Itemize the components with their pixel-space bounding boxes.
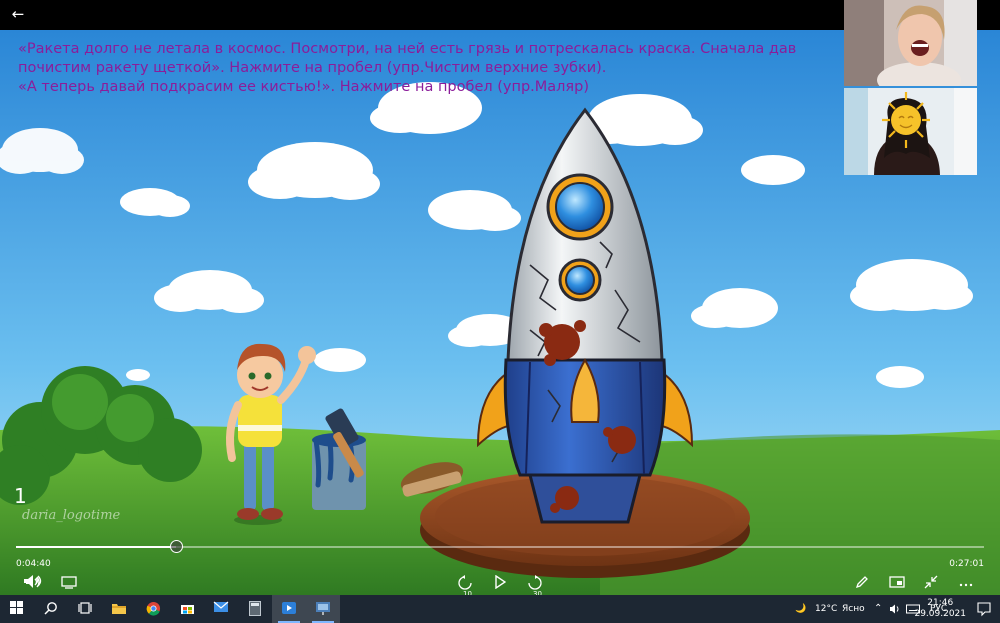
skip-forward-button[interactable]: 30	[524, 575, 546, 595]
video-player-window: ← «Ракета долго не летала в космос. Посм…	[0, 0, 1000, 623]
instruction-line-2: почистим ракету щеткой». Нажмите на проб…	[18, 60, 607, 76]
speaker-icon	[890, 604, 899, 614]
duration: 0:27:01	[949, 559, 984, 569]
clock-date: 29.09.2021	[914, 609, 966, 619]
search-icon	[44, 602, 57, 615]
calculator-button[interactable]	[238, 595, 272, 623]
movies-tv-button[interactable]	[272, 595, 306, 623]
webcam-tile-student	[844, 88, 977, 175]
task-view-button[interactable]	[68, 595, 102, 623]
tray-chevron-icon[interactable]: ⌃	[874, 595, 882, 623]
clock[interactable]: 21:46 29.09.2021	[914, 598, 966, 620]
store-icon	[180, 605, 194, 614]
chrome-icon	[146, 601, 160, 616]
watermark: daria_logotime	[22, 508, 121, 523]
subtitles-button[interactable]	[58, 575, 80, 595]
play-button[interactable]	[489, 575, 511, 595]
volume-icon	[26, 576, 40, 588]
draw-button[interactable]	[851, 575, 873, 595]
current-time: 0:04:40	[16, 559, 51, 569]
progress-thumb[interactable]	[169, 540, 183, 553]
instruction-line-1: «Ракета долго не летала в космос. Посмот…	[18, 41, 797, 57]
windows-icon	[10, 601, 23, 614]
store-button[interactable]	[170, 595, 204, 623]
fullscreen-exit-button[interactable]	[920, 575, 942, 595]
skip-back-button[interactable]: 10	[454, 575, 476, 595]
calculator-icon	[249, 601, 261, 616]
powerpoint-button[interactable]	[306, 595, 340, 623]
weather-condition[interactable]: Ясно	[842, 595, 865, 623]
progress-bar[interactable]	[16, 540, 984, 553]
more-options-button[interactable]	[955, 575, 977, 595]
task-view-icon	[78, 602, 92, 614]
clock-time: 21:46	[927, 598, 954, 608]
mail-button[interactable]	[204, 595, 238, 623]
skip-forward-label: 30	[533, 590, 542, 595]
shrink-icon	[924, 575, 938, 589]
mini-view-icon	[889, 576, 905, 588]
temperature[interactable]: 12°C	[815, 595, 837, 623]
pencil-icon	[855, 576, 868, 589]
play-icon	[495, 575, 506, 589]
volume-tray-icon[interactable]	[889, 595, 901, 623]
webcam-feed-2	[844, 88, 977, 175]
instruction-line-3: «А теперь давай подкрасим ее кистью!». Н…	[18, 79, 590, 95]
notification-icon	[977, 602, 991, 617]
start-button[interactable]	[0, 595, 34, 623]
mini-view-button[interactable]	[886, 575, 908, 595]
presentation-icon	[316, 602, 330, 615]
progress-fill	[16, 546, 176, 548]
folder-icon	[112, 604, 126, 614]
webcam-feed-1	[844, 0, 977, 86]
slide-instructions: «Ракета долго не летала в космос. Посмот…	[18, 40, 848, 97]
taskbar: 🌙 12°C Ясно ⌃ РУС 21:46 29.09.2021	[0, 595, 1000, 623]
video-player-icon	[282, 602, 296, 614]
taskbar-search-button[interactable]	[34, 595, 68, 623]
back-button[interactable]: ←	[6, 3, 30, 25]
mail-icon	[213, 601, 229, 612]
webcam-tile-teacher	[844, 0, 977, 86]
notifications-button[interactable]	[976, 601, 992, 617]
volume-button[interactable]	[22, 575, 44, 595]
skip-back-label: 10	[463, 590, 472, 595]
weather-moon-icon[interactable]: 🌙	[795, 595, 806, 623]
more-icon	[959, 583, 973, 587]
slide-number: 1	[14, 484, 27, 508]
file-explorer-button[interactable]	[102, 595, 136, 623]
chrome-button[interactable]	[136, 595, 170, 623]
subtitles-icon	[61, 576, 77, 589]
